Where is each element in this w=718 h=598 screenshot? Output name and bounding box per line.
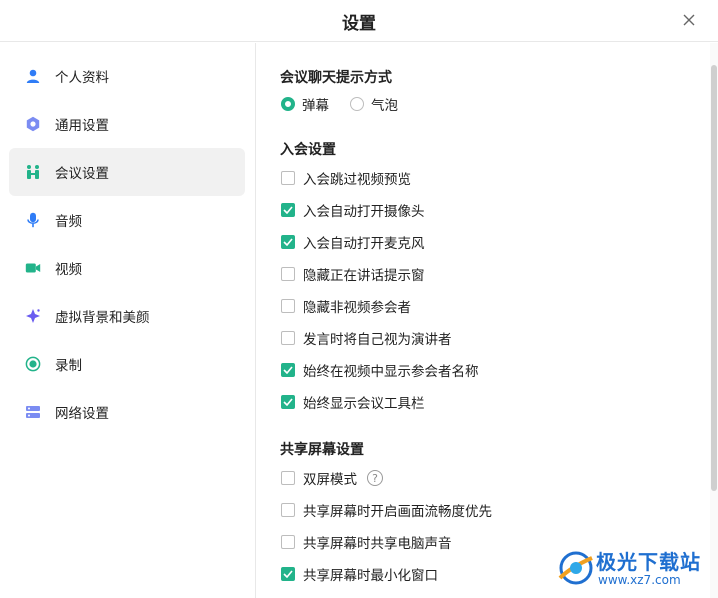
close-icon [683, 14, 695, 26]
close-button[interactable] [678, 9, 700, 31]
sidebar-item-label: 通用设置 [55, 118, 109, 134]
sidebar-item-label: 会议设置 [55, 166, 109, 182]
radio-button[interactable] [350, 97, 364, 111]
chat-prompt-section-title: 会议聊天提示方式 [280, 70, 392, 86]
share-settings-section-title: 共享屏幕设置 [280, 442, 364, 458]
radio-label: 弹幕 [302, 98, 329, 114]
watermark: 极光下载站 www.xz7.com [556, 544, 716, 594]
checkmark-icon [283, 366, 293, 374]
checkbox-checked[interactable] [281, 363, 295, 377]
checkbox[interactable] [281, 331, 295, 345]
sparkle-icon [25, 308, 41, 324]
sidebar-item-label: 视频 [55, 262, 82, 278]
checkbox-label: 共享屏幕时共享电脑声音 [303, 536, 452, 552]
option-hide-non-video[interactable]: 隐藏非视频参会者 [281, 295, 411, 317]
scrollbar-thumb[interactable] [711, 65, 717, 491]
checkbox-label: 隐藏正在讲话提示窗 [303, 268, 425, 284]
option-auto-microphone[interactable]: 入会自动打开麦克风 [281, 231, 425, 253]
sidebar-item-label: 录制 [55, 358, 82, 374]
checkbox-label: 共享屏幕时最小化窗口 [303, 568, 438, 584]
radio-bubble[interactable]: 气泡 [350, 93, 398, 115]
microphone-icon [25, 212, 41, 228]
checkbox-label: 隐藏非视频参会者 [303, 300, 411, 316]
network-icon [25, 404, 41, 420]
option-share-computer-audio[interactable]: 共享屏幕时共享电脑声音 [281, 531, 452, 553]
join-settings-section-title: 入会设置 [280, 142, 336, 158]
checkbox-label: 双屏模式 [303, 472, 357, 488]
option-skip-video-preview[interactable]: 入会跳过视频预览 [281, 167, 411, 189]
checkbox-checked[interactable] [281, 395, 295, 409]
checkbox-checked[interactable] [281, 203, 295, 217]
checkbox[interactable] [281, 299, 295, 313]
radio-button-selected[interactable] [281, 97, 295, 111]
help-icon[interactable]: ? [367, 470, 383, 486]
sidebar-item-profile[interactable]: 个人资料 [9, 52, 245, 100]
checkbox[interactable] [281, 471, 295, 485]
checkbox-label: 入会跳过视频预览 [303, 172, 411, 188]
checkbox-label: 始终显示会议工具栏 [303, 396, 425, 412]
option-hide-speaking-window[interactable]: 隐藏正在讲话提示窗 [281, 263, 425, 285]
option-self-as-presenter[interactable]: 发言时将自己视为演讲者 [281, 327, 452, 349]
watermark-logo-icon [558, 551, 593, 585]
video-camera-icon [25, 260, 41, 276]
checkbox-checked[interactable] [281, 235, 295, 249]
radio-label: 气泡 [371, 98, 398, 114]
option-auto-camera[interactable]: 入会自动打开摄像头 [281, 199, 425, 221]
checkbox[interactable] [281, 171, 295, 185]
meeting-people-icon [25, 164, 41, 180]
checkbox[interactable] [281, 535, 295, 549]
sidebar-item-video[interactable]: 视频 [9, 244, 245, 292]
watermark-text: 极光下载站 [596, 550, 701, 574]
window-title: 设置 [342, 14, 376, 34]
option-dual-screen[interactable]: 双屏模式 ? [281, 467, 383, 489]
checkbox[interactable] [281, 503, 295, 517]
watermark-url: www.xz7.com [598, 573, 681, 587]
sidebar-item-meeting[interactable]: 会议设置 [9, 148, 245, 196]
title-bar: 设置 [0, 0, 718, 42]
option-smoothness-priority[interactable]: 共享屏幕时开启画面流畅度优先 [281, 499, 492, 521]
checkbox-label: 始终在视频中显示参会者名称 [303, 364, 479, 380]
checkbox-label: 入会自动打开摄像头 [303, 204, 425, 220]
sidebar-item-general[interactable]: 通用设置 [9, 100, 245, 148]
vertical-scrollbar[interactable] [710, 43, 718, 598]
checkbox[interactable] [281, 267, 295, 281]
sidebar-item-label: 网络设置 [55, 406, 109, 422]
option-always-show-toolbar[interactable]: 始终显示会议工具栏 [281, 391, 425, 413]
sidebar-item-label: 虚拟背景和美颜 [55, 310, 150, 326]
sidebar-item-label: 音频 [55, 214, 82, 230]
checkmark-icon [283, 570, 293, 578]
option-show-participant-names[interactable]: 始终在视频中显示参会者名称 [281, 359, 479, 381]
checkbox-label: 共享屏幕时开启画面流畅度优先 [303, 504, 492, 520]
sidebar-item-virtual-background[interactable]: 虚拟背景和美颜 [9, 292, 245, 340]
option-minimize-window[interactable]: 共享屏幕时最小化窗口 [281, 563, 438, 585]
checkmark-icon [283, 398, 293, 406]
radio-danmaku[interactable]: 弹幕 [281, 93, 329, 115]
sidebar-item-label: 个人资料 [55, 70, 109, 86]
sidebar-item-audio[interactable]: 音频 [9, 196, 245, 244]
checkbox-checked[interactable] [281, 567, 295, 581]
meeting-settings-panel: 会议聊天提示方式 弹幕 气泡 入会设置 入会跳过视频预览 入会自动打开摄像头 入… [257, 43, 710, 598]
checkmark-icon [283, 206, 293, 214]
sidebar-item-network[interactable]: 网络设置 [9, 388, 245, 436]
gear-icon [25, 116, 41, 132]
record-icon [25, 356, 41, 372]
settings-sidebar: 个人资料 通用设置 会议设置 音频 视频 虚拟背景和美颜 录制 网络设置 [0, 43, 256, 598]
checkbox-label: 入会自动打开麦克风 [303, 236, 425, 252]
checkbox-label: 发言时将自己视为演讲者 [303, 332, 452, 348]
checkmark-icon [283, 238, 293, 246]
sidebar-item-recording[interactable]: 录制 [9, 340, 245, 388]
user-icon [25, 68, 41, 84]
